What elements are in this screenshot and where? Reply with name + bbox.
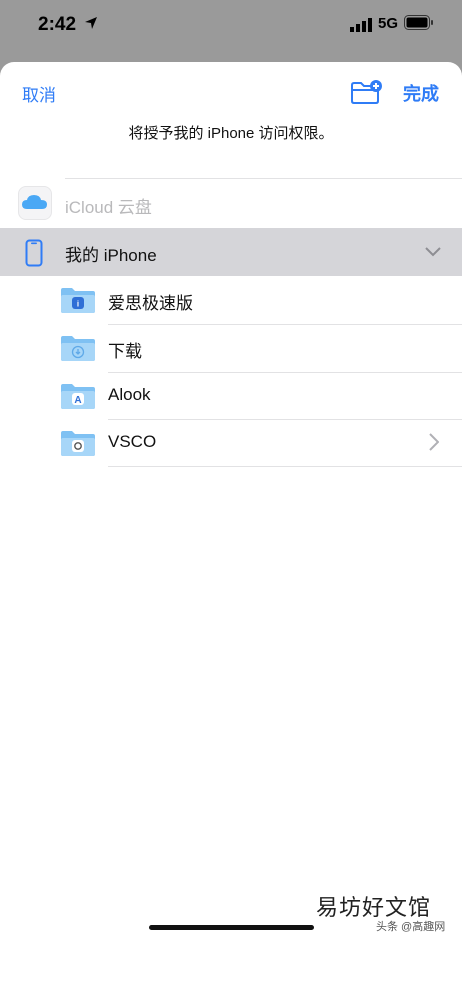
location-arrow-icon	[85, 17, 97, 29]
chevron-right-icon[interactable]	[429, 433, 439, 451]
location-iphone[interactable]: 我的 iPhone	[0, 228, 462, 276]
access-prompt: 将授予我的 iPhone 访问权限。	[128, 125, 334, 142]
file-picker-sheet: 取消 完成 将授予我的 iPhone 访问权限。 iCloud 云盘 我的 iP…	[0, 62, 462, 1000]
location-label: iCloud 云盘	[65, 198, 152, 217]
location-label: 我的 iPhone	[65, 246, 157, 265]
battery-icon	[404, 15, 433, 30]
iphone-icon	[25, 239, 43, 267]
home-indicator[interactable]	[149, 925, 314, 930]
folder-name: 爱思极速版	[108, 294, 193, 313]
chevron-down-icon[interactable]	[425, 247, 441, 257]
folder-name: VSCO	[108, 432, 157, 451]
download-folder-icon	[61, 336, 95, 361]
app-folder-icon	[61, 431, 95, 456]
svg-text:A: A	[74, 395, 81, 406]
folder-row[interactable]: VSCO	[0, 419, 462, 467]
network-type: 5G	[378, 15, 399, 32]
signal-icon	[350, 18, 372, 32]
svg-text:i: i	[77, 300, 79, 309]
cloud-icon	[22, 195, 47, 209]
folder-row[interactable]: i 爱思极速版	[0, 276, 462, 324]
cloud-icon-tile	[18, 186, 52, 220]
cancel-button[interactable]: 取消	[22, 81, 56, 106]
app-folder-icon: i	[61, 288, 95, 313]
folder-row[interactable]: A Alook	[0, 372, 462, 420]
folder-name: Alook	[108, 385, 151, 404]
folder-plus-icon[interactable]	[350, 79, 384, 105]
folder-name: 下载	[108, 342, 142, 361]
done-button[interactable]: 完成	[403, 80, 439, 106]
divider	[108, 466, 462, 467]
divider	[65, 178, 462, 179]
location-icloud[interactable]: iCloud 云盘	[0, 180, 462, 228]
app-folder-icon: A	[61, 384, 95, 409]
status-time: 2:42	[38, 14, 77, 35]
watermark-source: 头条 @高趣网	[376, 921, 446, 933]
status-bar: 2:42 5G	[0, 0, 462, 60]
folder-row[interactable]: 下载	[0, 324, 462, 372]
